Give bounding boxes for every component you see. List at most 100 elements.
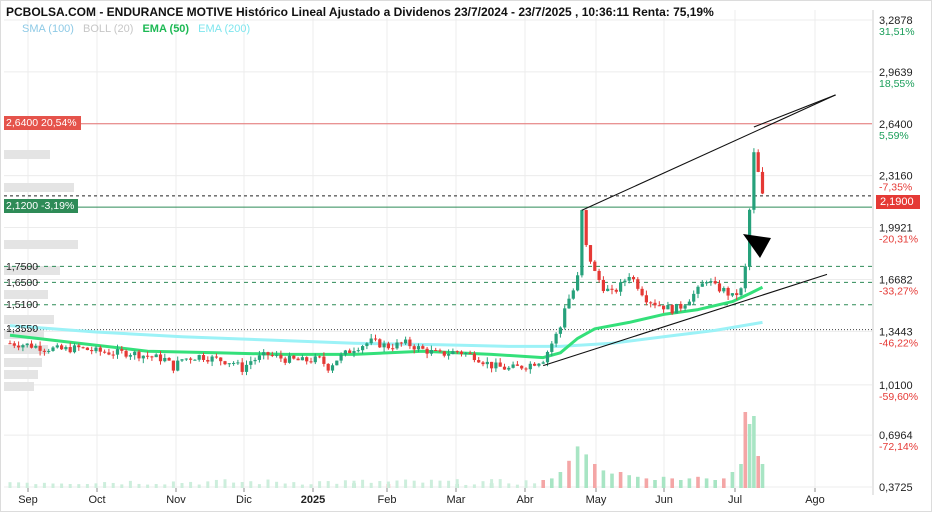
candle-up — [580, 210, 584, 276]
volume-bar — [103, 482, 107, 488]
candle-down — [614, 289, 618, 292]
candle-down — [442, 351, 446, 356]
candle-up — [700, 283, 704, 287]
candle-down — [425, 348, 429, 354]
candle-down — [240, 362, 244, 372]
candle-down — [717, 283, 722, 292]
candle-down — [520, 365, 524, 369]
volume-bar — [687, 478, 692, 488]
volume-bar — [292, 482, 296, 488]
candle-up — [34, 345, 38, 348]
x-tick-label: Nov — [166, 494, 186, 506]
y-tick-pct: -20,31% — [879, 234, 918, 246]
last-price-box: 2,1900 — [876, 195, 920, 209]
candle-down — [421, 346, 425, 349]
volume-bar — [760, 464, 765, 488]
y-tick-pct: -72,14% — [879, 441, 918, 453]
candle-up — [356, 350, 360, 352]
volume-bar — [8, 482, 12, 488]
volume-bar — [180, 483, 184, 488]
candle-up — [563, 308, 567, 328]
candle-down — [756, 152, 760, 172]
y-tick-pct: 18,55% — [879, 78, 915, 90]
volume-bar — [249, 481, 253, 488]
volume-bar — [567, 460, 571, 488]
candle-down — [90, 350, 94, 352]
volume-bar — [318, 481, 322, 488]
volume-bar — [747, 424, 752, 488]
volume-bar — [343, 480, 347, 488]
x-tick-label: Jul — [728, 494, 742, 506]
volume-bar — [412, 480, 416, 488]
candle-up — [25, 343, 29, 346]
x-tick-label: May — [586, 494, 607, 506]
candle-down — [171, 360, 175, 371]
candle-down — [12, 343, 16, 346]
candle-down — [81, 347, 85, 349]
legend-ema200[interactable]: EMA (200) — [198, 23, 250, 35]
legend-sma100[interactable]: SMA (100) — [22, 23, 74, 35]
candle-up — [674, 303, 679, 314]
y-tick-pct: -33,27% — [879, 285, 918, 297]
volume-bar — [627, 475, 631, 488]
volume-bar — [266, 479, 270, 488]
volume-bar — [128, 480, 132, 488]
volume-bar — [85, 483, 89, 488]
volume-bar — [42, 482, 46, 488]
candle-up — [300, 357, 304, 361]
legend-boll20[interactable]: BOLL (20) — [83, 23, 133, 35]
volume-bar — [60, 483, 64, 488]
volume-bar — [743, 412, 748, 488]
volume-bar — [137, 483, 141, 488]
candle-down — [434, 350, 438, 352]
candle-up — [722, 287, 726, 292]
volume-bar — [464, 484, 468, 488]
volume-bar — [163, 484, 167, 488]
candle-down — [412, 346, 416, 350]
candle-up — [485, 361, 489, 365]
volume-bar — [558, 472, 563, 488]
candle-down — [322, 356, 326, 364]
candle-up — [528, 363, 532, 370]
volume-bar — [335, 483, 339, 488]
candle-down — [103, 351, 107, 353]
candle-down — [223, 361, 227, 365]
volume-bar — [498, 479, 502, 488]
candle-down — [502, 366, 507, 370]
price-chart[interactable]: 3,287831,51%2,963918,55%2,64005,59%2,316… — [0, 0, 932, 512]
volume-bar — [146, 484, 150, 488]
legend-ema50[interactable]: EMA (50) — [142, 23, 189, 35]
candle-up — [210, 356, 214, 362]
candle-up — [739, 288, 743, 296]
candle-up — [709, 281, 713, 283]
candle-down — [631, 276, 636, 280]
candle-up — [64, 347, 68, 350]
candle-down — [713, 281, 717, 284]
candle-down — [146, 355, 150, 357]
candle-down — [636, 279, 640, 289]
candle-down — [318, 356, 322, 358]
x-tick-label: Dic — [236, 494, 252, 506]
volume-bar — [240, 481, 244, 488]
candle-up — [627, 276, 631, 281]
candle-down — [399, 342, 403, 344]
candle-down — [593, 261, 597, 271]
candle-up — [511, 364, 515, 368]
volume-bar — [309, 484, 313, 488]
y-tick-pct: 31,51% — [879, 26, 915, 38]
candle-up — [55, 345, 59, 348]
volume-bar — [386, 481, 390, 488]
candle-down — [296, 358, 300, 361]
volume-bar — [472, 484, 476, 488]
candle-down — [292, 355, 296, 359]
volume-bar — [575, 446, 580, 488]
volume-bar — [283, 483, 287, 488]
y-tick-pct: -7,35% — [879, 182, 912, 194]
candle-up — [537, 363, 541, 366]
candle-up — [666, 305, 670, 310]
candle-down — [266, 352, 270, 355]
candle-up — [752, 152, 756, 210]
candle-up — [197, 355, 201, 360]
candle-up — [567, 298, 571, 309]
candle-up — [451, 351, 455, 355]
